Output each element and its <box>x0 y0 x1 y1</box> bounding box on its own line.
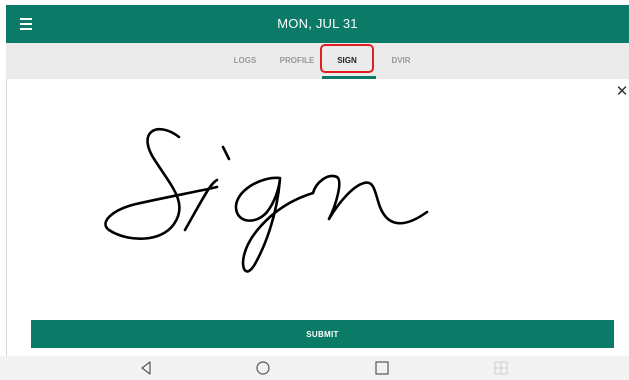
back-icon[interactable] <box>134 358 158 378</box>
system-nav-bar <box>0 356 629 380</box>
active-tab-indicator <box>322 76 376 79</box>
close-icon[interactable]: ✕ <box>614 84 629 100</box>
submit-button[interactable]: SUBMIT <box>31 320 614 348</box>
page-title: MON, JUL 31 <box>277 16 358 31</box>
tab-bar: LOGS PROFILE SIGN DVIR <box>6 43 629 79</box>
recents-icon[interactable] <box>370 358 394 378</box>
signature-pad[interactable] <box>7 80 612 316</box>
home-icon[interactable] <box>251 358 275 378</box>
app-bar: MON, JUL 31 <box>6 5 629 43</box>
tab-profile[interactable]: PROFILE <box>277 43 317 79</box>
signature-stroke <box>104 127 429 273</box>
tab-sign-highlight-box <box>320 44 374 73</box>
screen: MON, JUL 31 LOGS PROFILE SIGN DVIR ✕ SUB… <box>0 0 629 380</box>
tab-logs[interactable]: LOGS <box>233 43 257 79</box>
grid-icon[interactable] <box>489 358 513 378</box>
tab-dvir[interactable]: DVIR <box>389 43 413 79</box>
